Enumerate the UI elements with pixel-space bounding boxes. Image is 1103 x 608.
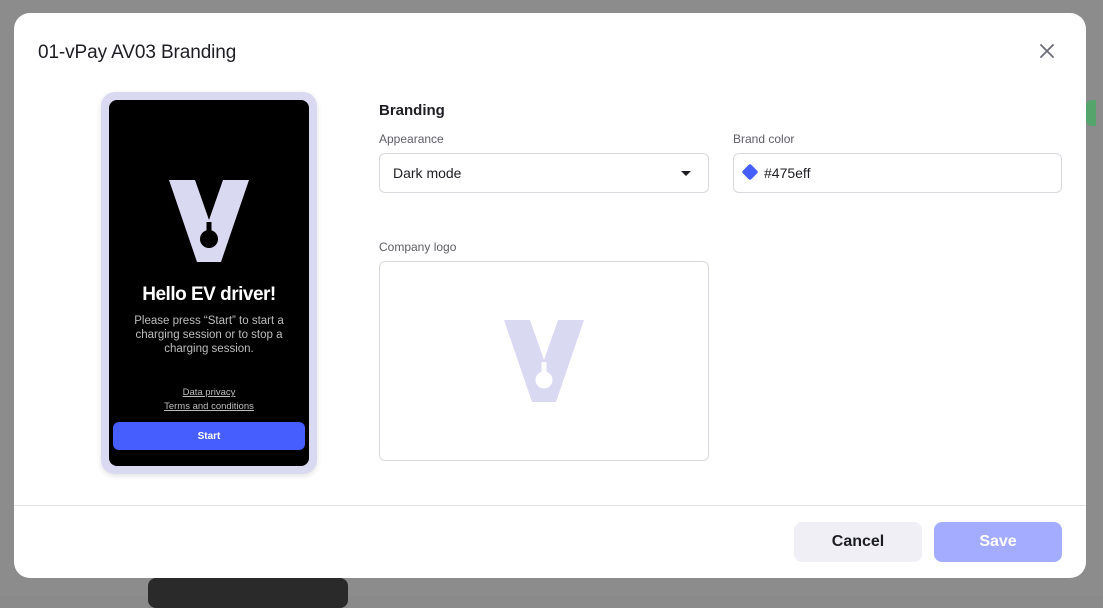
background-status-indicator <box>1086 100 1096 126</box>
brand-color-value: #475eff <box>764 165 811 181</box>
preview-description: Please press “Start” to start a charging… <box>134 315 284 355</box>
save-button[interactable]: Save <box>934 522 1062 562</box>
device-preview: Hello EV driver! Please press “Start” to… <box>101 92 317 474</box>
section-title: Branding <box>379 102 445 119</box>
cancel-button[interactable]: Cancel <box>794 522 922 562</box>
caret-down-icon <box>681 171 691 176</box>
close-icon <box>1040 44 1054 58</box>
background-element <box>148 578 348 608</box>
color-swatch-icon[interactable] <box>741 163 759 181</box>
branding-modal: 01-vPay AV03 Branding Hello EV driver! P… <box>14 13 1086 578</box>
appearance-label: Appearance <box>379 132 444 146</box>
preview-greeting: Hello EV driver! <box>142 284 276 305</box>
preview-start-button[interactable]: Start <box>113 422 305 450</box>
modal-title: 01-vPay AV03 Branding <box>38 42 237 63</box>
close-button[interactable] <box>1036 40 1058 62</box>
brand-color-input[interactable]: #475eff <box>733 153 1062 193</box>
company-logo-upload[interactable] <box>379 261 709 461</box>
footer-divider <box>14 505 1086 506</box>
appearance-select[interactable]: Dark mode <box>379 153 709 193</box>
device-screen: Hello EV driver! Please press “Start” to… <box>109 100 309 466</box>
data-privacy-link[interactable]: Data privacy <box>109 387 309 398</box>
appearance-value: Dark mode <box>393 165 462 181</box>
brand-color-label: Brand color <box>733 132 795 146</box>
v-logo-icon <box>504 320 584 402</box>
v-logo-icon <box>169 180 249 262</box>
company-logo-label: Company logo <box>379 240 457 254</box>
terms-link[interactable]: Terms and conditions <box>109 401 309 412</box>
